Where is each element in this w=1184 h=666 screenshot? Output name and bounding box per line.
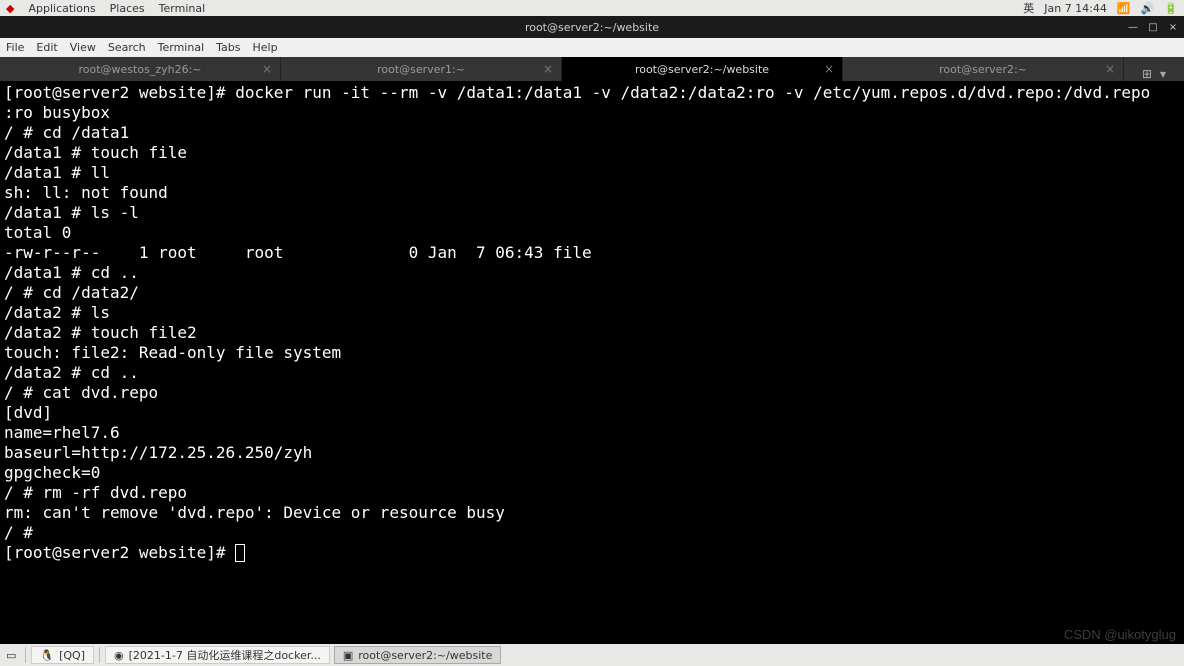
menu-applications[interactable]: Applications	[28, 2, 95, 15]
taskbar-item-terminal[interactable]: ▣ root@server2:~/website	[334, 646, 502, 664]
tab-server2-website[interactable]: root@server2:~/website ×	[562, 57, 843, 81]
tab-label: root@server2:~/website	[635, 63, 769, 76]
menu-file[interactable]: File	[6, 41, 24, 54]
battery-icon[interactable]: 🔋	[1164, 2, 1178, 15]
desktop-taskbar: ▭ 🐧 [QQ] ◉ [2021-1-7 自动化运维课程之docker... ▣…	[0, 644, 1184, 666]
tab-menu-icon[interactable]: ▾	[1160, 67, 1166, 81]
tab-server2[interactable]: root@server2:~ ×	[843, 57, 1124, 81]
tab-close-icon[interactable]: ×	[262, 62, 272, 76]
taskbar-item-chrome[interactable]: ◉ [2021-1-7 自动化运维课程之docker...	[105, 646, 330, 664]
new-tab-icon[interactable]: ⊞	[1142, 67, 1152, 81]
clock: Jan 7 14:44	[1044, 2, 1107, 15]
menu-search[interactable]: Search	[108, 41, 146, 54]
topbar-status: 英 Jan 7 14:44 📶 🔊 🔋	[1023, 0, 1178, 16]
topbar-menu: ◆ Applications Places Terminal	[6, 2, 205, 15]
tab-close-icon[interactable]: ×	[543, 62, 553, 76]
menu-places[interactable]: Places	[110, 2, 145, 15]
red-hat-icon: ◆	[6, 2, 14, 15]
tab-label: root@westos_zyh26:~	[79, 63, 202, 76]
tab-server1[interactable]: root@server1:~ ×	[281, 57, 562, 81]
terminal-icon: ▣	[343, 649, 353, 662]
maximize-button[interactable]: □	[1146, 20, 1160, 34]
window-titlebar: root@server2:~/website — □ ×	[0, 16, 1184, 38]
terminal-output[interactable]: [root@server2 website]# docker run -it -…	[0, 81, 1184, 646]
volume-icon[interactable]: 🔊	[1141, 2, 1155, 15]
menu-view[interactable]: View	[70, 41, 96, 54]
wifi-icon[interactable]: 📶	[1117, 2, 1131, 15]
minimize-button[interactable]: —	[1126, 20, 1140, 34]
menu-edit[interactable]: Edit	[36, 41, 57, 54]
menu-terminal-menu[interactable]: Terminal	[158, 41, 205, 54]
taskbar-item-qq[interactable]: 🐧 [QQ]	[31, 646, 94, 664]
tab-westos[interactable]: root@westos_zyh26:~ ×	[0, 57, 281, 81]
tab-label: root@server1:~	[377, 63, 465, 76]
task-label: [QQ]	[59, 649, 85, 662]
tab-close-icon[interactable]: ×	[1105, 62, 1115, 76]
terminal-tabbar: root@westos_zyh26:~ × root@server1:~ × roo…	[0, 57, 1184, 81]
qq-icon: 🐧	[40, 649, 54, 662]
task-label: [2021-1-7 自动化运维课程之docker...	[129, 647, 321, 663]
menu-terminal[interactable]: Terminal	[159, 2, 206, 15]
close-button[interactable]: ×	[1166, 20, 1180, 34]
task-label: root@server2:~/website	[358, 649, 492, 662]
menu-help[interactable]: Help	[253, 41, 278, 54]
show-desktop-icon[interactable]: ▭	[0, 649, 22, 662]
terminal-menubar: File Edit View Search Terminal Tabs Help	[0, 38, 1184, 57]
chrome-icon: ◉	[114, 649, 124, 662]
tab-extras: ⊞ ▾	[1124, 67, 1184, 81]
ime-indicator[interactable]: 英	[1023, 0, 1034, 16]
desktop-topbar: ◆ Applications Places Terminal 英 Jan 7 1…	[0, 0, 1184, 16]
window-title-text: root@server2:~/website	[525, 21, 659, 34]
tab-label: root@server2:~	[939, 63, 1027, 76]
watermark: CSDN @uikotyglug	[1064, 627, 1176, 642]
menu-tabs[interactable]: Tabs	[216, 41, 240, 54]
tab-close-icon[interactable]: ×	[824, 62, 834, 76]
